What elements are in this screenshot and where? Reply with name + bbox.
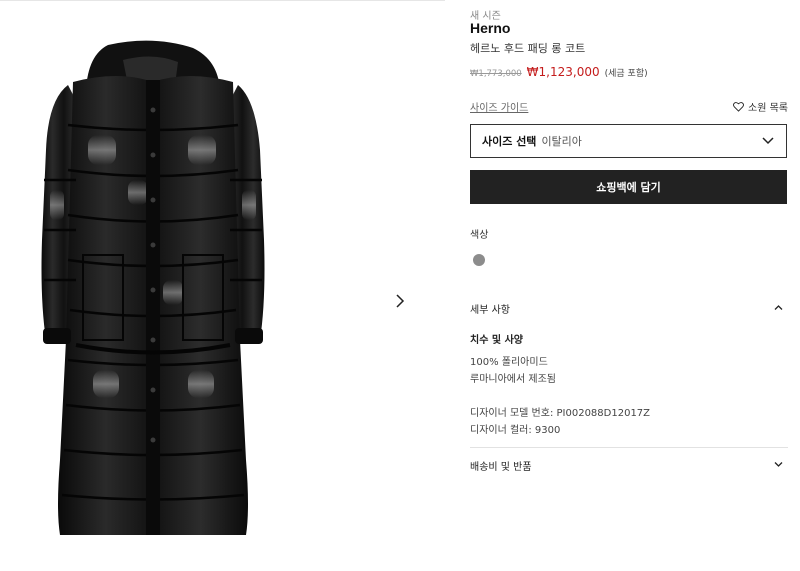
image-gallery (0, 0, 440, 571)
dimensions-specs-title: 치수 및 사양 (470, 335, 523, 346)
sale-price: ₩1,123,000 (526, 65, 600, 79)
model-number-text: 디자이너 모델 번호: PI002088D12017Z (470, 408, 651, 419)
origin-text: 루마니아에서 제조됨 (470, 374, 556, 385)
size-select-label: 사이즈 선택 (482, 135, 537, 148)
shipping-title: 배송비 및 반품 (470, 462, 532, 473)
product-title: 헤르노 후드 패딩 롱 코트 (470, 42, 586, 55)
price-row: ₩1,773,000 ₩1,123,000 (세금 포함) (470, 65, 648, 79)
brand-name[interactable]: Herno (470, 20, 510, 36)
tax-note: (세금 포함) (604, 69, 648, 79)
size-guide-row: 사이즈 가이드 소원 목록 (470, 99, 788, 115)
wishlist-label: 소원 목록 (748, 103, 788, 114)
material-text: 100% 폴리아미드 (470, 357, 548, 368)
details-accordion-header[interactable]: 세부 사항 (470, 295, 788, 319)
chevron-up-icon (774, 305, 783, 310)
product-image[interactable] (28, 40, 278, 540)
color-swatch[interactable] (473, 254, 485, 266)
original-price: ₩1,773,000 (470, 69, 522, 79)
product-info-panel: 새 시즌 Herno 헤르노 후드 패딩 롱 코트 ₩1,773,000 ₩1,… (470, 0, 788, 571)
heart-icon (733, 101, 744, 112)
color-section-label: 색상 (470, 230, 489, 241)
wishlist-button[interactable]: 소원 목록 (733, 99, 788, 114)
add-to-bag-button[interactable]: 쇼핑백에 담기 (470, 170, 787, 204)
shipping-accordion-header[interactable]: 배송비 및 반품 (470, 452, 788, 476)
chevron-down-icon (762, 137, 774, 145)
size-select-dropdown[interactable]: 사이즈 선택 이탈리아 (470, 124, 787, 158)
size-select-value: 이탈리아 (541, 135, 582, 148)
product-page: 새 시즌 Herno 헤르노 후드 패딩 롱 코트 ₩1,773,000 ₩1,… (0, 0, 800, 571)
details-title: 세부 사항 (470, 305, 510, 316)
section-divider (470, 447, 788, 448)
size-guide-link[interactable]: 사이즈 가이드 (470, 99, 528, 114)
chevron-down-icon (774, 462, 783, 467)
next-image-chevron-right-icon[interactable] (390, 290, 410, 312)
designer-color-text: 디자이너 컬러: 9300 (470, 425, 561, 436)
